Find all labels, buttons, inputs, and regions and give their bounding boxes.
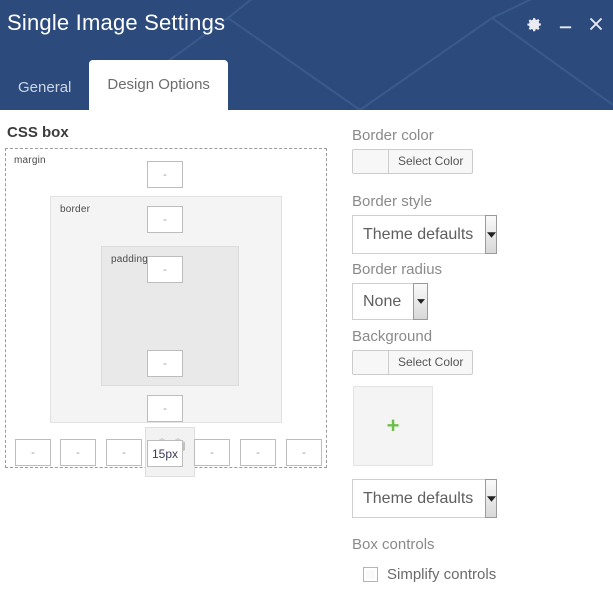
border-style-select[interactable]: Theme defaults: [352, 215, 497, 254]
chevron-down-icon[interactable]: [485, 215, 497, 254]
window-header: Single Image Settings General Design Opt…: [0, 0, 613, 110]
border-top-input[interactable]: [147, 206, 183, 233]
background-color-swatch[interactable]: [353, 351, 389, 374]
window-title: Single Image Settings: [7, 10, 226, 35]
border-color-swatch[interactable]: [353, 150, 389, 173]
border-left-input[interactable]: [60, 439, 96, 466]
border-color-picker[interactable]: Select Color: [352, 149, 474, 174]
background-field: Background Select Color: [352, 328, 474, 379]
page-title: CSS box: [7, 124, 69, 141]
margin-bottom-input[interactable]: [147, 440, 183, 467]
background-style-value: Theme defaults: [363, 489, 474, 507]
minimize-icon[interactable]: [556, 14, 574, 34]
background-style-select[interactable]: Theme defaults: [352, 479, 497, 518]
border-style-label: Border style: [352, 193, 433, 210]
border-radius-select[interactable]: None: [352, 283, 428, 320]
margin-label: margin: [14, 155, 46, 166]
margin-right-input[interactable]: [286, 439, 322, 466]
tab-design-options[interactable]: Design Options: [89, 60, 228, 110]
close-icon[interactable]: [587, 14, 605, 34]
image-drop-area[interactable]: +: [353, 386, 433, 466]
simplify-controls-checkbox[interactable]: [363, 567, 378, 582]
border-label: border: [60, 204, 91, 215]
chevron-down-icon[interactable]: [413, 283, 428, 320]
border-radius-label: Border radius: [352, 261, 443, 278]
padding-top-input[interactable]: [147, 256, 183, 283]
padding-bottom-input[interactable]: [147, 350, 183, 377]
simplify-controls-label: Simplify controls: [387, 566, 497, 583]
window-controls: [525, 12, 605, 36]
background-image-upload[interactable]: +: [353, 386, 433, 466]
box-controls-field: Box controls Simplify controls: [352, 536, 496, 583]
border-radius-field: Border radius None: [352, 261, 442, 320]
background-color-select-label: Select Color: [398, 355, 464, 369]
simplify-controls-row[interactable]: Simplify controls: [352, 566, 496, 583]
border-right-input[interactable]: [240, 439, 276, 466]
settings-body: CSS box margin border padding - - - - - …: [0, 110, 613, 605]
background-style-field: Theme defaults: [352, 479, 497, 518]
border-radius-value: None: [363, 292, 402, 310]
padding-left-input[interactable]: [106, 439, 142, 466]
border-color-select-label: Select Color: [398, 154, 464, 168]
margin-left-input[interactable]: [15, 439, 51, 466]
padding-label: padding: [111, 254, 148, 265]
background-color-picker[interactable]: Select Color: [352, 350, 474, 375]
gear-icon[interactable]: [525, 14, 543, 34]
tab-general[interactable]: General: [0, 66, 89, 110]
tab-bar: General Design Options: [0, 54, 228, 110]
plus-icon[interactable]: +: [387, 415, 400, 437]
margin-top-input[interactable]: [147, 161, 183, 188]
css-box-diagram: margin border padding: [5, 148, 327, 477]
border-color-field: Border color Select Color: [352, 127, 474, 178]
border-color-label: Border color: [352, 127, 434, 144]
border-bottom-input[interactable]: [147, 395, 183, 422]
border-style-value: Theme defaults: [363, 225, 474, 243]
chevron-down-icon[interactable]: [485, 479, 497, 518]
box-controls-label: Box controls: [352, 536, 435, 553]
background-label: Background: [352, 328, 433, 345]
border-style-field: Border style Theme defaults: [352, 193, 497, 254]
padding-right-input[interactable]: [194, 439, 230, 466]
